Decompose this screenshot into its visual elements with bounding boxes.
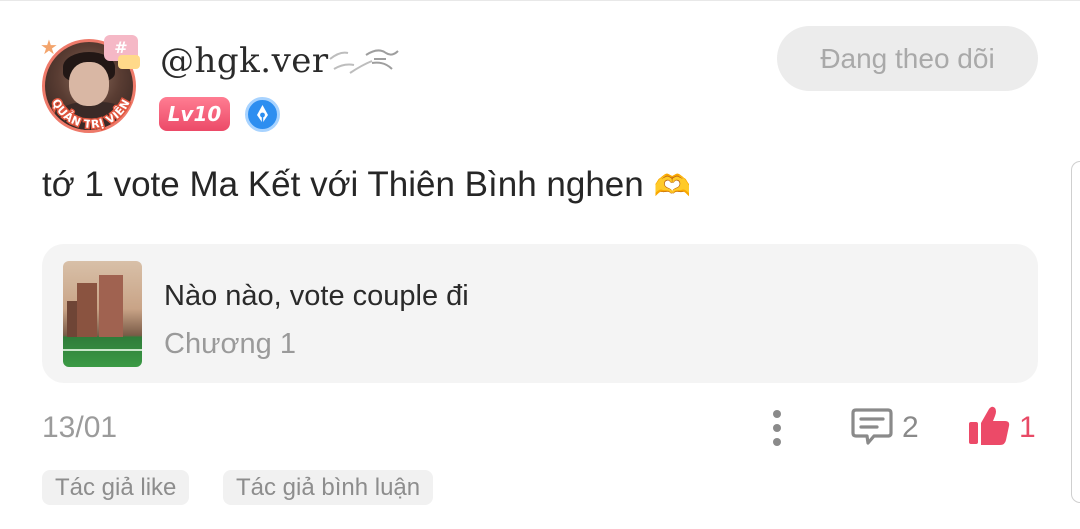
comment-button[interactable]: 2 xyxy=(848,405,928,451)
chapter-thumbnail xyxy=(63,261,142,367)
like-count: 1 xyxy=(1019,411,1036,444)
comment-text: tớ 1 vote Ma Kết với Thiên Bình nghen 🫶 xyxy=(42,165,691,205)
username[interactable]: @hgk.ver xyxy=(160,41,329,81)
post-date: 13/01 xyxy=(42,411,118,444)
feather-decoration-icon xyxy=(329,49,399,74)
thumbs-up-icon xyxy=(969,406,1010,445)
comment-body: tớ 1 vote Ma Kết với Thiên Bình nghen xyxy=(42,165,644,204)
like-button[interactable]: 1 xyxy=(966,403,1046,451)
tag-author-replied: Tác giả bình luận xyxy=(223,470,434,505)
tag-author-liked: Tác giả like xyxy=(42,470,190,505)
avatar[interactable]: ★ # QUẢN TRỊ VIÊN xyxy=(36,33,146,135)
more-vertical-icon[interactable] xyxy=(762,405,792,451)
chapter-subtitle: Chương 1 xyxy=(164,328,296,360)
chapter-card[interactable]: Nào nào, vote couple đi Chương 1 xyxy=(42,244,1038,383)
side-panel-edge[interactable] xyxy=(1071,161,1080,503)
avatar-admin-ring: QUẢN TRỊ VIÊN xyxy=(48,95,134,132)
avatar-badge-text: QUẢN TRỊ VIÊN xyxy=(48,95,134,132)
follow-button[interactable]: Đang theo dõi xyxy=(777,26,1038,91)
level-badge: Lv10 xyxy=(159,97,230,131)
svg-text:QUẢN TRỊ VIÊN: QUẢN TRỊ VIÊN xyxy=(49,97,133,131)
verified-pen-icon xyxy=(245,97,280,132)
comment-count: 2 xyxy=(902,411,919,444)
comment-card: ★ # QUẢN TRỊ VIÊN @hgk.ver Lv10 Đang the… xyxy=(0,0,1080,529)
heart-hands-emoji: 🫶 xyxy=(653,170,691,203)
comment-icon xyxy=(851,408,893,445)
chapter-title: Nào nào, vote couple đi xyxy=(164,280,469,312)
